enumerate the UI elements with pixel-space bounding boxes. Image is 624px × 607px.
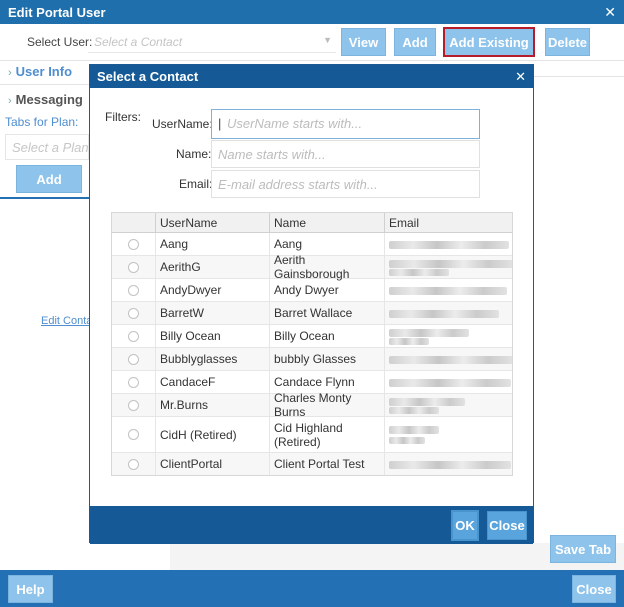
- cell-email-redacted: [384, 453, 512, 475]
- cell-name: bubbly Glasses: [269, 348, 384, 370]
- delete-button[interactable]: Delete: [545, 28, 590, 56]
- row-radio[interactable]: [128, 354, 139, 365]
- email-filter-placeholder: E-mail address starts with...: [218, 177, 378, 192]
- cell-email-redacted: [384, 279, 512, 301]
- table-row[interactable]: CidH (Retired) Cid Highland (Retired): [112, 417, 512, 453]
- email-filter-label: Email:: [179, 177, 213, 191]
- panel-divider: [534, 76, 624, 77]
- table-row[interactable]: AndyDwyer Andy Dwyer: [112, 279, 512, 302]
- filters-label: Filters:: [105, 110, 141, 124]
- cell-username: CidH (Retired): [155, 417, 269, 452]
- row-radio[interactable]: [128, 377, 139, 388]
- column-header-username[interactable]: UserName: [155, 213, 269, 233]
- chevron-right-icon: ›: [8, 67, 12, 79]
- user-info-label: User Info: [15, 64, 73, 79]
- cell-email-redacted: [384, 394, 512, 416]
- name-filter-placeholder: Name starts with...: [218, 147, 326, 162]
- chevron-right-icon: ›: [8, 95, 12, 107]
- cell-name: Andy Dwyer: [269, 279, 384, 301]
- row-radio[interactable]: [128, 459, 139, 470]
- window-close-icon[interactable]: ✕: [604, 4, 616, 21]
- cell-email-redacted: [384, 325, 512, 347]
- add-button[interactable]: Add: [394, 28, 436, 56]
- add-plan-button[interactable]: Add: [16, 165, 82, 193]
- cell-email-redacted: [384, 371, 512, 393]
- cell-name: Aerith Gainsborough: [269, 253, 384, 281]
- cell-username: CandaceF: [155, 371, 269, 393]
- select-plan-placeholder: Select a Plan: [12, 140, 89, 155]
- tabs-for-plan-label: Tabs for Plan:: [5, 115, 79, 129]
- cell-username: AndyDwyer: [155, 279, 269, 301]
- row-radio[interactable]: [128, 331, 139, 342]
- row-radio[interactable]: [128, 285, 139, 296]
- plan-divider: [0, 197, 89, 199]
- cell-username: ClientPortal: [155, 453, 269, 475]
- ok-button[interactable]: OK: [451, 510, 479, 541]
- cell-name: Charles Monty Burns: [269, 391, 384, 419]
- cell-name: Barret Wallace: [269, 302, 384, 324]
- window-title: Edit Portal User: [8, 4, 106, 20]
- view-button[interactable]: View: [341, 28, 386, 56]
- cell-name: Cid Highland (Retired): [269, 417, 384, 452]
- table-row[interactable]: Billy Ocean Billy Ocean: [112, 325, 512, 348]
- toolbar-divider: [0, 60, 624, 61]
- table-row[interactable]: BarretW Barret Wallace: [112, 302, 512, 325]
- modal-header: Select a Contact ✕: [90, 65, 533, 88]
- row-radio[interactable]: [128, 262, 139, 273]
- row-radio[interactable]: [128, 400, 139, 411]
- window-titlebar: Edit Portal User ✕: [0, 0, 624, 24]
- cell-username: Bubblyglasses: [155, 348, 269, 370]
- cell-username: Mr.Burns: [155, 394, 269, 416]
- column-header-name[interactable]: Name: [269, 213, 384, 233]
- name-filter-input[interactable]: Name starts with...: [211, 140, 480, 168]
- cell-email-redacted: [384, 233, 512, 255]
- add-existing-button[interactable]: Add Existing: [443, 27, 535, 57]
- cell-username: Billy Ocean: [155, 325, 269, 347]
- cell-name: Client Portal Test: [269, 453, 384, 475]
- modal-close-button[interactable]: Close: [487, 511, 527, 540]
- row-radio[interactable]: [128, 429, 139, 440]
- row-radio[interactable]: [128, 239, 139, 250]
- cell-name: Billy Ocean: [269, 325, 384, 347]
- table-row[interactable]: ClientPortal Client Portal Test: [112, 453, 512, 475]
- table-row[interactable]: AerithG Aerith Gainsborough: [112, 253, 512, 281]
- cell-name: Candace Flynn: [269, 371, 384, 393]
- cell-username: AerithG: [155, 256, 269, 278]
- cell-username: Aang: [155, 233, 269, 255]
- table-row[interactable]: Mr.Burns Charles Monty Burns: [112, 391, 512, 419]
- save-tab-button[interactable]: Save Tab: [550, 535, 616, 563]
- table-row[interactable]: Bubblyglasses bubbly Glasses: [112, 348, 512, 371]
- messaging-section[interactable]: › Messaging: [8, 92, 83, 107]
- modal-close-icon[interactable]: ✕: [515, 69, 526, 85]
- cell-email-redacted: [384, 256, 512, 278]
- cell-name: Aang: [269, 233, 384, 255]
- username-filter-input[interactable]: UserName starts with...: [211, 109, 480, 139]
- close-window-button[interactable]: Close: [572, 575, 616, 603]
- cell-username: BarretW: [155, 302, 269, 324]
- select-user-dropdown[interactable]: Select a Contact ▼: [88, 31, 336, 53]
- panel-divider: [534, 60, 624, 61]
- cell-email-redacted: [384, 417, 512, 452]
- name-filter-label: Name:: [176, 147, 212, 161]
- select-user-placeholder: Select a Contact: [94, 35, 183, 49]
- username-filter-placeholder: UserName starts with...: [227, 116, 363, 131]
- username-filter-label: UserName:: [152, 117, 213, 131]
- grid-header: UserName Name Email: [112, 213, 512, 233]
- chevron-down-icon: ▼: [323, 35, 332, 45]
- contact-grid: UserName Name Email Aang Aang AerithG Ae…: [111, 212, 513, 476]
- column-header-email[interactable]: Email: [384, 213, 512, 233]
- row-radio[interactable]: [128, 308, 139, 319]
- select-plan-dropdown[interactable]: Select a Plan: [5, 134, 89, 160]
- window-footer: [0, 570, 624, 607]
- modal-title: Select a Contact: [97, 69, 199, 84]
- edit-contact-link[interactable]: Edit Contact: [41, 315, 89, 327]
- cell-email-redacted: [384, 302, 512, 324]
- cell-email-redacted: [384, 348, 512, 370]
- messaging-label: Messaging: [15, 92, 83, 107]
- email-filter-input[interactable]: E-mail address starts with...: [211, 170, 480, 198]
- section-divider: [0, 84, 89, 85]
- select-user-label: Select User:: [27, 35, 93, 49]
- help-button[interactable]: Help: [8, 575, 53, 603]
- user-info-section[interactable]: › User Info: [8, 64, 72, 79]
